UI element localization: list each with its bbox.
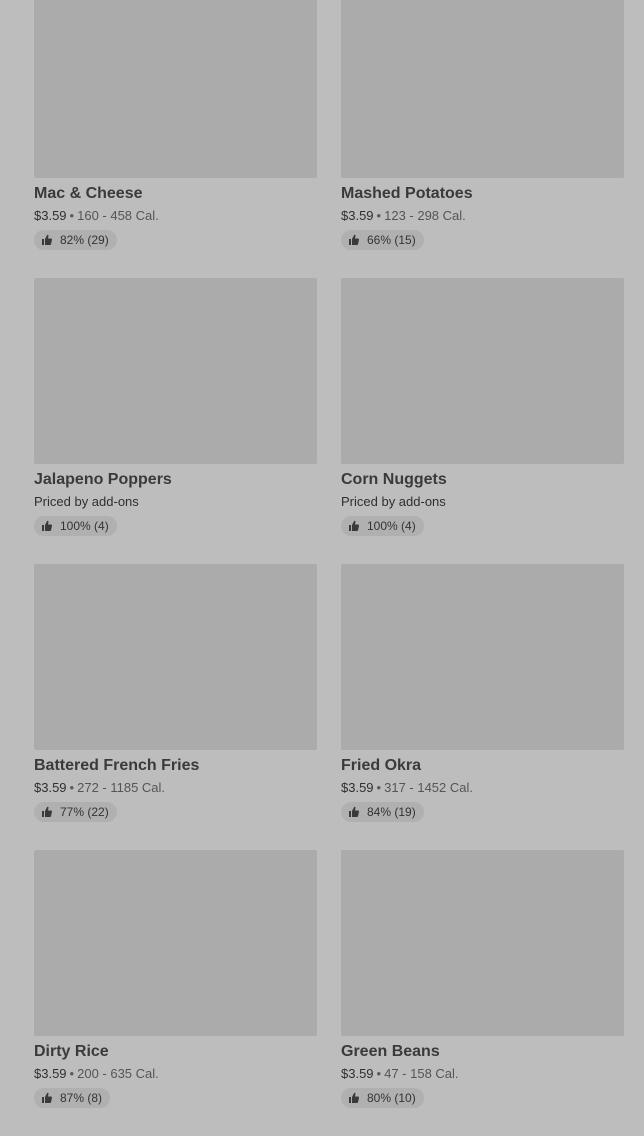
item-calories: 160 - 458 Cal.: [77, 208, 159, 223]
menu-item-card[interactable]: Battered French Fries $3.59 • 272 - 1185 C…: [34, 564, 317, 850]
item-name: Green Beans: [341, 1043, 440, 1060]
menu-item-card[interactable]: Dirty Rice $3.59 • 200 - 635 Cal. 87% (8): [34, 850, 317, 1136]
thumbs-up-icon: [42, 1092, 53, 1103]
item-calories: 123 - 298 Cal.: [384, 208, 466, 223]
item-name: Jalapeno Poppers: [34, 471, 172, 488]
rating-badge: 77% (22): [34, 802, 117, 822]
rating-badge: 100% (4): [34, 516, 117, 536]
item-price: $3.59: [34, 1066, 67, 1081]
item-calories: 272 - 1185 Cal.: [77, 780, 166, 795]
item-name: Fried Okra: [341, 757, 422, 774]
menu-item-card[interactable]: Green Beans $3.59 • 47 - 158 Cal. 80% (10): [341, 850, 624, 1136]
menu-item-grid: Mac & Cheese $3.59 • 160 - 458 Cal. 82% (2…: [34, 0, 624, 1136]
item-name: Dirty Rice: [34, 1043, 109, 1060]
item-image[interactable]: [341, 564, 624, 750]
separator-dot: •: [376, 1066, 382, 1081]
item-meta: $3.59 • 272 - 1185 Cal.: [34, 779, 317, 796]
thumbs-up-icon: [349, 806, 360, 817]
item-meta: Priced by add-ons: [34, 493, 317, 510]
item-image[interactable]: [341, 278, 624, 464]
item-image[interactable]: [34, 564, 317, 750]
item-price: $3.59: [341, 780, 374, 795]
separator-dot: •: [69, 1066, 75, 1081]
menu-item-card[interactable]: Jalapeno Poppers Priced by add-ons 100% …: [34, 278, 317, 564]
rating-text: 87% (8): [60, 1091, 103, 1105]
rating-text: 100% (4): [367, 519, 416, 533]
item-image[interactable]: [34, 0, 317, 178]
item-price: $3.59: [34, 780, 67, 795]
thumbs-up-icon: [42, 234, 53, 245]
item-meta: $3.59 • 123 - 298 Cal.: [341, 207, 624, 224]
item-price: $3.59: [341, 208, 374, 223]
item-meta: $3.59 • 160 - 458 Cal.: [34, 207, 317, 224]
rating-badge: 80% (10): [341, 1088, 424, 1108]
item-image[interactable]: [34, 850, 317, 1036]
rating-text: 100% (4): [60, 519, 109, 533]
item-name: Mac & Cheese: [34, 185, 143, 202]
rating-text: 66% (15): [367, 233, 416, 247]
rating-text: 80% (10): [367, 1091, 416, 1105]
item-meta: Priced by add-ons: [341, 493, 624, 510]
rating-badge: 84% (19): [341, 802, 424, 822]
item-name: Battered French Fries: [34, 757, 200, 774]
thumbs-up-icon: [349, 520, 360, 531]
rating-badge: 87% (8): [34, 1088, 111, 1108]
thumbs-up-icon: [42, 520, 53, 531]
menu-item-card[interactable]: Mac & Cheese $3.59 • 160 - 458 Cal. 82% (2…: [34, 0, 317, 278]
item-image[interactable]: [341, 0, 624, 178]
menu-item-card[interactable]: Corn Nuggets Priced by add-ons 100% (4): [341, 278, 624, 564]
item-name: Corn Nuggets: [341, 471, 447, 488]
item-calories: 317 - 1452 Cal.: [384, 780, 474, 795]
rating-text: 84% (19): [367, 805, 416, 819]
separator-dot: •: [69, 208, 75, 223]
item-calories: 200 - 635 Cal.: [77, 1066, 159, 1081]
item-price: $3.59: [341, 1066, 374, 1081]
item-meta: $3.59 • 317 - 1452 Cal.: [341, 779, 624, 796]
item-image[interactable]: [341, 850, 624, 1036]
menu-item-card[interactable]: Fried Okra $3.59 • 317 - 1452 Cal. 84% (19…: [341, 564, 624, 850]
rating-text: 77% (22): [60, 805, 109, 819]
separator-dot: •: [376, 780, 382, 795]
thumbs-up-icon: [349, 1092, 360, 1103]
rating-text: 82% (29): [60, 233, 109, 247]
item-price: Priced by add-ons: [341, 494, 446, 509]
rating-badge: 82% (29): [34, 230, 117, 250]
rating-badge: 100% (4): [341, 516, 424, 536]
separator-dot: •: [376, 208, 382, 223]
item-calories: 47 - 158 Cal.: [384, 1066, 459, 1081]
rating-badge: 66% (15): [341, 230, 424, 250]
item-price: $3.59: [34, 208, 67, 223]
item-meta: $3.59 • 47 - 158 Cal.: [341, 1065, 624, 1082]
item-name: Mashed Potatoes: [341, 185, 473, 202]
thumbs-up-icon: [42, 806, 53, 817]
item-meta: $3.59 • 200 - 635 Cal.: [34, 1065, 317, 1082]
item-image[interactable]: [34, 278, 317, 464]
separator-dot: •: [69, 780, 75, 795]
thumbs-up-icon: [349, 234, 360, 245]
item-price: Priced by add-ons: [34, 494, 139, 509]
menu-item-card[interactable]: Mashed Potatoes $3.59 • 123 - 298 Cal. 66%…: [341, 0, 624, 278]
